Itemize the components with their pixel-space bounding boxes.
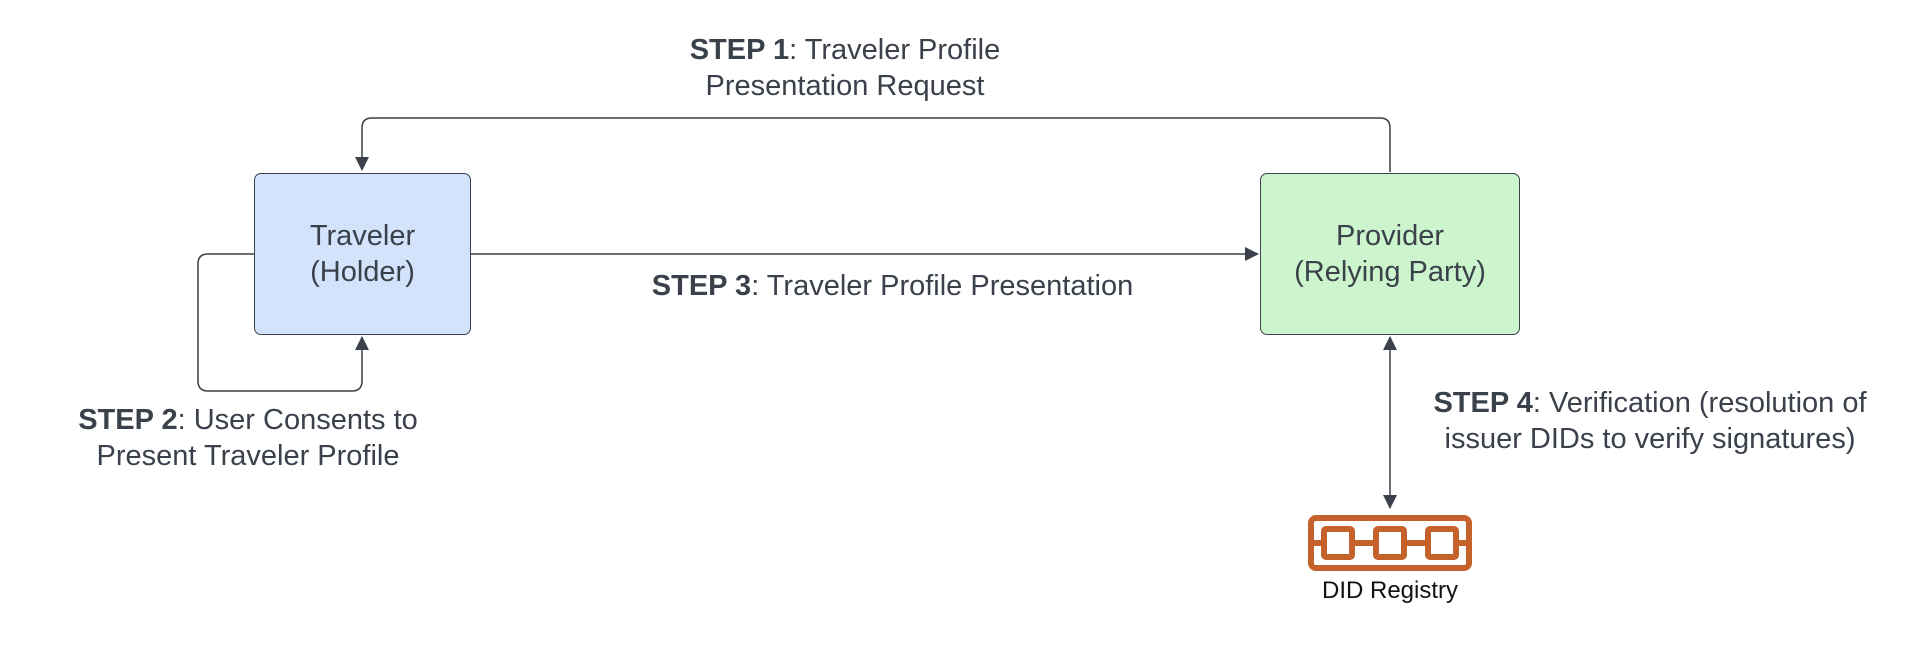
did-registry-label: DID Registry: [1321, 577, 1459, 604]
traveler-node-line2: (Holder): [310, 256, 415, 288]
step4-label: STEP 4: Verification (resolution of issu…: [1405, 385, 1895, 457]
step3-bold: STEP 3: [651, 270, 752, 302]
step1-label: STEP 1: Traveler Profile Presentation Re…: [620, 32, 1070, 104]
step4-text-line2: issuer DIDs to verify signatures): [1444, 423, 1856, 455]
step2-label: STEP 2: User Consents to Present Travele…: [48, 402, 448, 474]
step2-text: : User Consents to: [177, 404, 418, 436]
traveler-node-line1: Traveler: [309, 220, 416, 252]
step1-text: : Traveler Profile: [789, 34, 1001, 66]
step4-text: : Verification (resolution of: [1532, 387, 1867, 419]
step1-text-line2: Presentation Request: [705, 70, 985, 102]
step2-text-line2: Present Traveler Profile: [96, 440, 400, 472]
step2-bold: STEP 2: [78, 404, 178, 436]
step4-bold: STEP 4: [1433, 387, 1533, 419]
step3-label: STEP 3: Traveler Profile Presentation: [600, 268, 1185, 304]
step1-arrow: [355, 117, 1391, 172]
provider-relying-party-node: Provider (Relying Party): [1260, 173, 1520, 335]
traveler-holder-node: Traveler (Holder): [254, 173, 471, 335]
step3-text: : Traveler Profile Presentation: [751, 270, 1134, 302]
provider-node-line1: Provider: [1336, 220, 1444, 252]
chain-link-icon: [1308, 515, 1472, 571]
step1-bold: STEP 1: [689, 34, 790, 66]
provider-node-line2: (Relying Party): [1294, 256, 1486, 288]
